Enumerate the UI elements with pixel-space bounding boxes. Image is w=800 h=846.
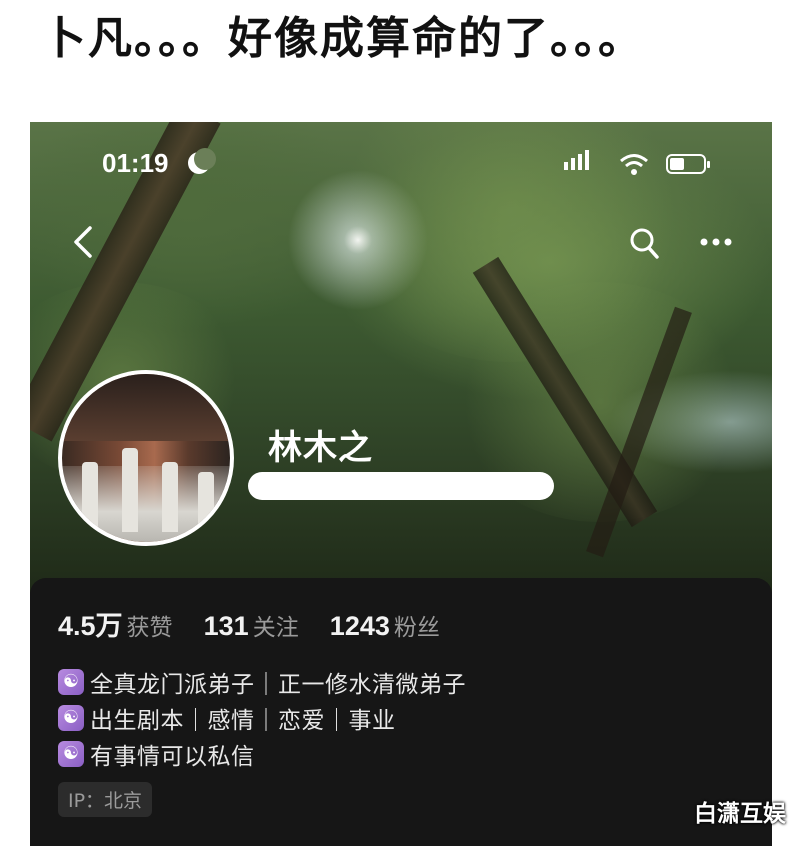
status-time: 01:19 xyxy=(102,148,169,178)
stat-followers[interactable]: 1243 粉丝 xyxy=(330,608,440,642)
profile-stats: 4.5万 获赞 131 关注 1243 粉丝 xyxy=(58,604,466,643)
bio-text: 全真龙门派弟子｜正一修水清微弟子 xyxy=(90,672,466,698)
redaction-bar xyxy=(248,472,554,500)
more-icon[interactable] xyxy=(698,232,734,252)
stat-followers-value: 1243 xyxy=(329,611,390,641)
wifi-icon xyxy=(620,154,648,175)
yin-yang-icon: ☯ xyxy=(58,741,84,767)
signal-icon xyxy=(564,150,592,170)
stat-likes-label: 获赞 xyxy=(126,615,173,641)
post-caption: 卜凡。。。好像成算命的了。。。 xyxy=(42,13,644,64)
ip-location-tag: IP：北京 xyxy=(58,782,153,817)
stat-following[interactable]: 131 关注 xyxy=(204,608,299,642)
phone-screenshot: 01:19 林木之 4.5万 获赞 131 关注 1243 粉丝 ☯ 全真龙门派… xyxy=(30,122,772,846)
bio-line: ☯ 有事情可以私信 xyxy=(58,736,466,772)
bio-text: 出生剧本｜感情｜恋爱｜事业 xyxy=(90,708,396,734)
search-icon[interactable] xyxy=(628,226,660,260)
yin-yang-icon: ☯ xyxy=(58,669,84,695)
bio-text: 有事情可以私信 xyxy=(90,744,255,770)
stat-followers-label: 粉丝 xyxy=(393,615,440,641)
bio-line: ☯ 全真龙门派弟子｜正一修水清微弟子 xyxy=(58,664,466,700)
yin-yang-icon: ☯ xyxy=(58,705,84,731)
stat-following-label: 关注 xyxy=(252,615,299,641)
stat-likes-value: 4.5万 xyxy=(58,611,123,641)
battery-icon xyxy=(666,154,710,174)
back-arrow-icon[interactable] xyxy=(68,222,98,262)
stat-following-value: 131 xyxy=(203,611,249,641)
moon-icon xyxy=(188,148,216,174)
bio-line: ☯ 出生剧本｜感情｜恋爱｜事业 xyxy=(58,700,466,736)
stat-likes[interactable]: 4.5万 获赞 xyxy=(58,604,173,643)
profile-bio: ☯ 全真龙门派弟子｜正一修水清微弟子 ☯ 出生剧本｜感情｜恋爱｜事业 ☯ 有事情… xyxy=(58,664,466,772)
profile-nickname: 林木之 xyxy=(268,428,373,468)
watermark: 白潇互娱 xyxy=(694,801,786,827)
profile-info-card: 4.5万 获赞 131 关注 1243 粉丝 ☯ 全真龙门派弟子｜正一修水清微弟子 ☯… xyxy=(30,578,772,846)
avatar[interactable] xyxy=(58,370,234,546)
